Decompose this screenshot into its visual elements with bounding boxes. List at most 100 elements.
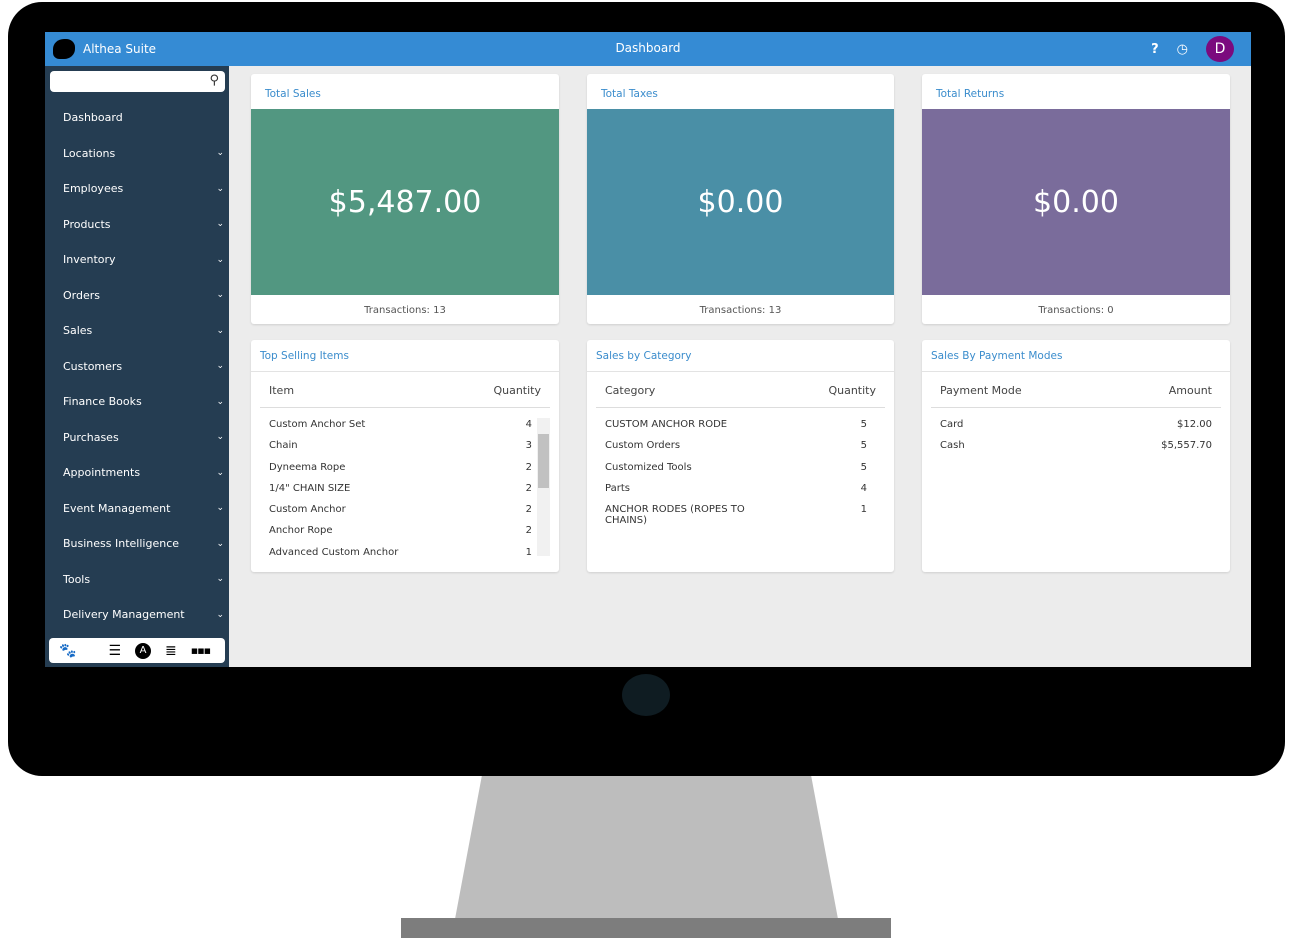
sidebar-item-business-intelligence[interactable]: Business Intelligence ⌄: [45, 526, 229, 562]
grid-icon[interactable]: ▪▪▪: [191, 644, 211, 657]
table-row[interactable]: Parts 4: [596, 480, 885, 501]
row-value: 2: [525, 482, 532, 494]
card-title: Sales By Payment Modes: [922, 340, 1230, 372]
table-row[interactable]: Dyneema Rope 2: [260, 459, 550, 480]
table-row[interactable]: ANCHOR RODES (ROPES TO CHAINS) 1: [596, 501, 885, 526]
sidebar-item-employees[interactable]: Employees ⌄: [45, 171, 229, 207]
row-value: 5: [860, 440, 867, 452]
paw-logo-icon[interactable]: 🐾: [59, 643, 76, 659]
row-value: 2: [525, 461, 532, 473]
sidebar-item-event-management[interactable]: Event Management ⌄: [45, 491, 229, 527]
chevron-down-icon: ⌄: [216, 467, 224, 478]
summary-value: $0.00: [587, 109, 894, 295]
table-row[interactable]: Chain 3: [260, 437, 550, 458]
monitor-camera: [622, 674, 670, 716]
sidebar-item-label: Business Intelligence: [63, 537, 180, 551]
row-label: Dyneema Rope: [269, 461, 346, 473]
clock-icon[interactable]: ◷: [1177, 42, 1188, 57]
circle-a-icon[interactable]: A: [135, 642, 151, 659]
table-row[interactable]: Custom Anchor 2: [260, 501, 550, 522]
sidebar-item-locations[interactable]: Locations ⌄: [45, 136, 229, 172]
card-title: Total Sales: [265, 88, 321, 100]
chevron-down-icon: ⌄: [216, 183, 224, 194]
row-value: 4: [525, 419, 532, 430]
sidebar-item-products[interactable]: Products ⌄: [45, 207, 229, 243]
table-row[interactable]: Custom Anchor Set 4: [260, 416, 550, 437]
row-value: 1: [860, 504, 867, 516]
list-icon[interactable]: ≣: [165, 643, 177, 659]
sidebar-item-dashboard[interactable]: Dashboard: [45, 100, 229, 136]
sidebar-item-orders[interactable]: Orders ⌄: [45, 278, 229, 314]
card-title: Total Taxes: [601, 88, 658, 100]
table-row[interactable]: Customized Tools 5: [596, 459, 885, 480]
table-row[interactable]: Card $12.00: [931, 416, 1221, 437]
scroll-thumb[interactable]: [538, 434, 549, 488]
summary-card-total-sales[interactable]: Total Sales $5,487.00 Transactions: 13: [251, 74, 559, 324]
sidebar-item-customers[interactable]: Customers ⌄: [45, 349, 229, 385]
sidebar: ⚲ Dashboard Locations ⌄ Employees ⌄ Products ⌄…: [45, 66, 229, 667]
row-value: 1: [525, 546, 532, 556]
sidebar-item-label: Sales: [63, 324, 93, 338]
scrollbar[interactable]: [537, 418, 550, 556]
sidebar-item-sales[interactable]: Sales ⌄: [45, 313, 229, 349]
sidebar-item-label: Dashboard: [63, 111, 123, 125]
table-row[interactable]: 1/4" CHAIN SIZE 2: [260, 480, 550, 501]
row-label: Card: [940, 419, 964, 430]
sidebar-search[interactable]: ⚲: [50, 71, 225, 92]
row-label: Custom Anchor: [269, 504, 346, 516]
sidebar-item-label: Locations: [63, 146, 116, 160]
sidebar-item-label: Customers: [63, 359, 123, 373]
row-value: 2: [525, 525, 532, 537]
sidebar-item-appointments[interactable]: Appointments ⌄: [45, 455, 229, 491]
sidebar-nav: Dashboard Locations ⌄ Employees ⌄ Products ⌄ In…: [45, 100, 229, 633]
sales-by-category-card: Sales by Category Category Quantity CUSTO…: [587, 340, 894, 572]
row-label: Advanced Custom Anchor: [269, 546, 399, 556]
transactions-count: Transactions: 0: [1038, 305, 1114, 316]
col-header-item[interactable]: Item: [269, 384, 294, 397]
category-list: CUSTOM ANCHOR RODE 5 Custom Orders 5 Customi…: [596, 416, 885, 526]
monitor-base: [401, 918, 891, 938]
summary-value: $5,487.00: [251, 109, 559, 295]
summary-card-total-returns[interactable]: Total Returns $0.00 Transactions: 0: [922, 74, 1230, 324]
chevron-down-icon: ⌄: [216, 254, 224, 265]
row-label: Cash: [940, 440, 965, 452]
row-label: Custom Anchor Set: [269, 419, 366, 430]
row-value: 3: [525, 440, 532, 452]
row-label: 1/4" CHAIN SIZE: [269, 482, 351, 494]
col-header-amount[interactable]: Amount: [1169, 384, 1212, 397]
search-input[interactable]: [50, 71, 200, 92]
row-value: $12.00: [1177, 419, 1212, 430]
sidebar-item-label: Tools: [63, 572, 91, 586]
sidebar-item-label: Inventory: [63, 253, 116, 267]
sidebar-item-purchases[interactable]: Purchases ⌄: [45, 420, 229, 456]
sidebar-item-inventory[interactable]: Inventory ⌄: [45, 242, 229, 278]
sales-by-payment-card: Sales By Payment Modes Payment Mode Amoun…: [922, 340, 1230, 572]
chevron-down-icon: ⌄: [216, 290, 224, 301]
help-icon[interactable]: ?: [1151, 42, 1159, 57]
col-header-quantity[interactable]: Quantity: [493, 384, 541, 397]
chevron-down-icon: ⌄: [216, 609, 224, 620]
table-row[interactable]: CUSTOM ANCHOR RODE 5: [596, 416, 885, 437]
payment-list: Card $12.00 Cash $5,557.70: [931, 416, 1221, 459]
table-row[interactable]: Anchor Rope 2: [260, 522, 550, 543]
table-row[interactable]: Advanced Custom Anchor 1: [260, 544, 550, 556]
transactions-count: Transactions: 13: [364, 305, 446, 316]
sidebar-item-tools[interactable]: Tools ⌄: [45, 562, 229, 598]
avatar[interactable]: D: [1206, 36, 1234, 62]
col-header-quantity[interactable]: Quantity: [828, 384, 876, 397]
sidebar-item-delivery-management[interactable]: Delivery Management ⌄: [45, 597, 229, 633]
summary-card-total-taxes[interactable]: Total Taxes $0.00 Transactions: 13: [587, 74, 894, 324]
chevron-down-icon: ⌄: [216, 219, 224, 230]
sidebar-item-finance-books[interactable]: Finance Books ⌄: [45, 384, 229, 420]
card-title: Total Returns: [936, 88, 1005, 100]
search-icon[interactable]: ⚲: [209, 73, 219, 88]
row-value: 4: [860, 482, 867, 494]
col-header-payment-mode[interactable]: Payment Mode: [940, 384, 1022, 397]
row-label: Custom Orders: [605, 440, 681, 452]
table-row[interactable]: Custom Orders 5: [596, 437, 885, 458]
chevron-down-icon: ⌄: [216, 148, 224, 159]
menu-icon[interactable]: ☰: [108, 643, 121, 659]
col-header-category[interactable]: Category: [605, 384, 655, 397]
chevron-down-icon: ⌄: [216, 361, 224, 372]
table-row[interactable]: Cash $5,557.70: [931, 437, 1221, 458]
